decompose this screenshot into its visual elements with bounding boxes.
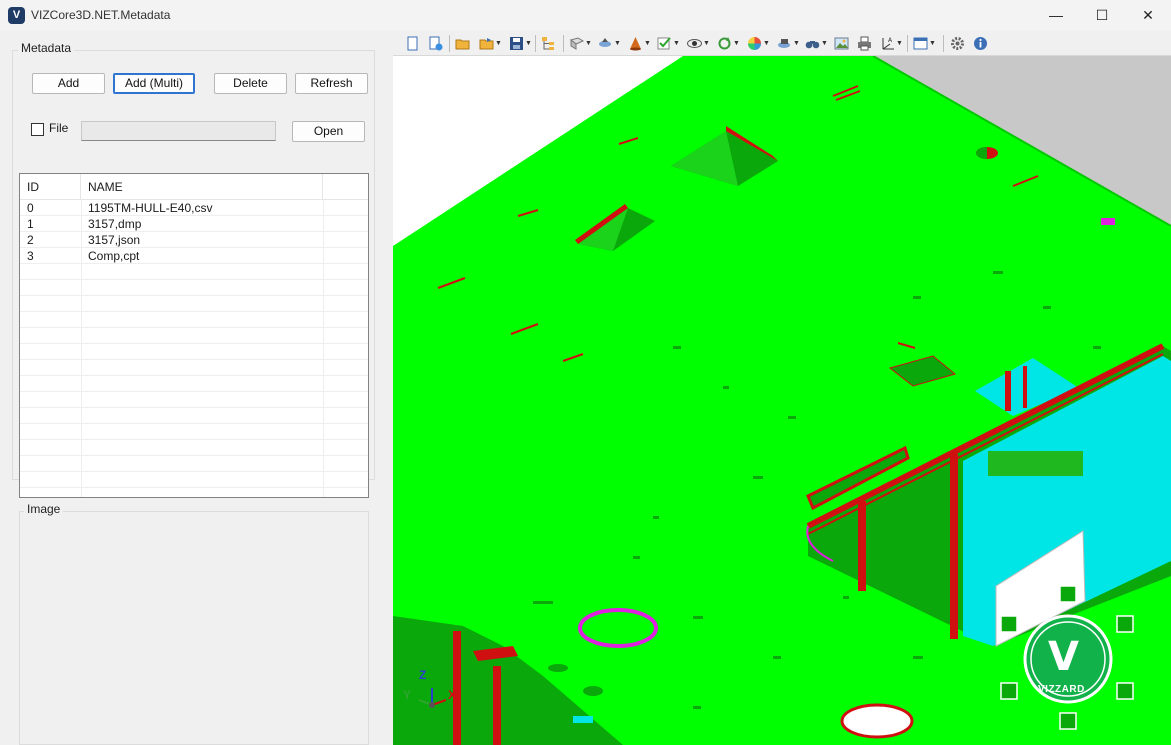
table-row [20,424,368,440]
table-row [20,456,368,472]
vizzard-logo-letter: V [1048,634,1079,680]
delete-button[interactable]: Delete [214,73,287,94]
table-row [20,264,368,280]
table-row[interactable]: 2 3157,json [20,232,368,248]
new-window-icon[interactable] [428,35,443,52]
view-dropdown-icon[interactable]: ▼ [569,35,592,52]
add-multi-button[interactable]: Add (Multi) [113,73,195,94]
print-icon[interactable] [857,35,872,52]
app-logo-icon: V [8,7,25,24]
info-icon[interactable] [973,35,988,52]
refresh-button[interactable]: Refresh [295,73,368,94]
column-header-id[interactable]: ID [20,174,81,200]
vizzard-logo-text: VIZZARD [1038,684,1085,695]
cell-name: 3157,dmp [88,217,142,231]
table-row [20,408,368,424]
table-row[interactable]: 1 3157,dmp [20,216,368,232]
model-tree-icon[interactable] [541,35,556,52]
table-row [20,360,368,376]
rotate-dropdown-icon[interactable]: ▼ [717,35,740,52]
image-export-icon[interactable] [834,35,849,52]
file-checkbox[interactable] [31,123,44,136]
table-row[interactable]: 0 1195TM-HULL-E40,csv [20,200,368,216]
image-group [19,511,369,745]
table-row [20,312,368,328]
window-title: VIZCore3D.NET.Metadata [31,8,171,22]
table-row [20,344,368,360]
binoculars-find-dropdown-icon[interactable]: ▼ [805,35,828,52]
table-row [20,376,368,392]
image-group-label: Image [24,502,64,516]
save-dropdown-icon[interactable]: ▼ [509,35,532,52]
table-row [20,392,368,408]
file-path-field[interactable] [81,121,276,141]
render-cone-dropdown-icon[interactable]: ▼ [628,35,651,52]
axis-label-y: Y [403,688,412,702]
axis-dropdown-icon[interactable]: A ▼ [880,35,903,52]
cell-id: 3 [27,249,34,263]
table-row [20,440,368,456]
table-row [20,328,368,344]
table-row [20,472,368,488]
file-checkbox-label: File [49,121,69,135]
cell-name: Comp,cpt [88,249,140,263]
cell-id: 2 [27,233,34,247]
left-panel: Metadata Add Add (Multi) Delete Refresh … [0,31,390,745]
3d-viewer[interactable]: ▼ ▼ ▼ ▼ ▼ ▼ ▼ ▼ ▼ ▼ ▼ A ▼ ▼ Z X Y V VIZZ… [393,31,1171,745]
color-palette-dropdown-icon[interactable]: ▼ [747,35,770,52]
axis-label-x: X [448,688,457,702]
table-row[interactable]: 3 Comp,cpt [20,248,368,264]
open-file-dropdown-icon[interactable]: ▼ [479,35,502,52]
title-bar: V VIZCore3D.NET.Metadata — ☐ ✕ [0,0,1171,31]
cell-id: 0 [27,201,34,215]
column-header-name[interactable]: NAME [81,174,323,200]
viewer-toolbar: ▼ ▼ ▼ ▼ ▼ ▼ ▼ ▼ ▼ ▼ ▼ A ▼ ▼ [393,31,1171,56]
table-row [20,296,368,312]
check-dropdown-icon[interactable]: ▼ [657,35,680,52]
list-header: ID NAME [20,174,368,200]
add-button[interactable]: Add [32,73,105,94]
3d-model-canvas[interactable]: Z X Y V VIZZARD [393,56,1171,745]
metadata-list[interactable]: ID NAME 0 1195TM-HULL-E40,csv 1 3157,dmp 2 31… [19,173,369,498]
visibility-eye-dropdown-icon[interactable]: ▼ [687,35,710,52]
new-document-icon[interactable] [405,35,420,52]
svg-text:A: A [888,37,893,44]
metadata-group-label: Metadata [18,41,75,55]
axis-label-z: Z [419,668,427,682]
window-layout-dropdown-icon[interactable]: ▼ [913,35,936,52]
open-folder-icon[interactable] [455,35,470,52]
cell-name: 3157,json [88,233,141,247]
settings-gear-icon[interactable] [950,35,965,52]
minimize-button[interactable]: — [1033,0,1079,31]
maximize-button[interactable]: ☐ [1079,0,1125,31]
camera-dropdown-icon[interactable]: ▼ [777,35,800,52]
cell-name: 1195TM-HULL-E40,csv [88,201,213,215]
table-row [20,280,368,296]
navigation-dropdown-icon[interactable]: ▼ [598,35,621,52]
open-button[interactable]: Open [292,121,365,142]
close-button[interactable]: ✕ [1125,0,1171,31]
cell-id: 1 [27,217,34,231]
